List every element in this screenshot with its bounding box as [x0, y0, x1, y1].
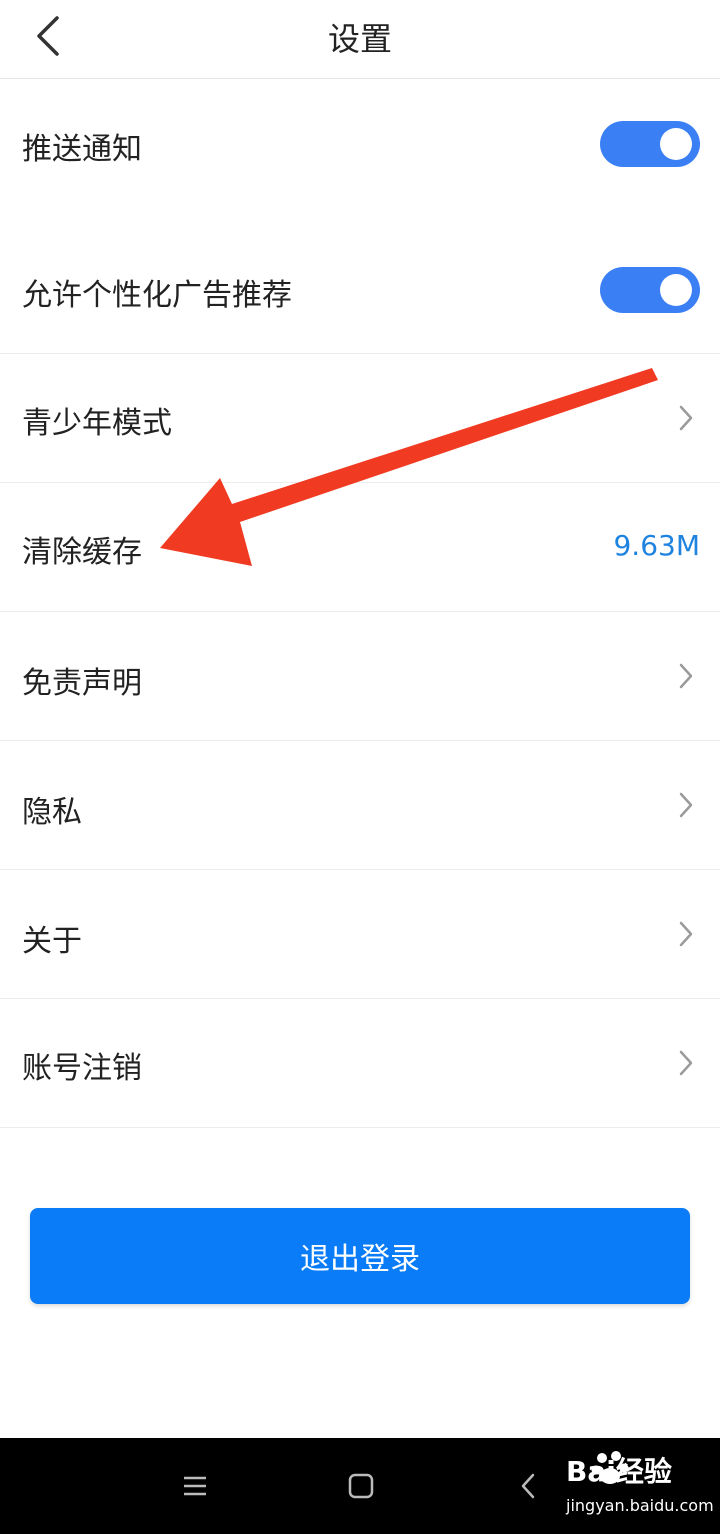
- setting-label: 清除缓存: [22, 535, 142, 570]
- setting-about[interactable]: 关于: [0, 870, 720, 998]
- system-nav-bar: Bai经验 jingyan.baidu.com: [0, 1438, 720, 1534]
- setting-label: 账号注销: [22, 1051, 142, 1086]
- header-bar: 设置: [0, 0, 720, 79]
- setting-account-deletion[interactable]: 账号注销: [0, 999, 720, 1127]
- watermark-brand: Bai经验: [566, 1455, 672, 1488]
- push-notification-toggle[interactable]: [600, 121, 700, 167]
- setting-label: 隐私: [22, 795, 82, 830]
- setting-privacy[interactable]: 隐私: [0, 741, 720, 869]
- watermark-url: jingyan.baidu.com: [566, 1496, 714, 1515]
- divider: [0, 1127, 720, 1128]
- setting-label: 关于: [22, 924, 82, 959]
- home-button[interactable]: [343, 1468, 379, 1504]
- setting-clear-cache[interactable]: 清除缓存 9.63M: [0, 483, 720, 611]
- setting-label: 允许个性化广告推荐: [22, 278, 292, 313]
- page-title: 设置: [327, 20, 392, 58]
- toggle-knob: [660, 128, 692, 160]
- menu-button[interactable]: [177, 1468, 213, 1504]
- cache-size-value: 9.63M: [613, 529, 700, 562]
- logout-button[interactable]: 退出登录: [30, 1208, 690, 1304]
- setting-label: 推送通知: [22, 132, 142, 167]
- chevron-right-icon: [679, 1050, 693, 1076]
- setting-label: 青少年模式: [22, 406, 172, 441]
- setting-teen-mode[interactable]: 青少年模式: [0, 354, 720, 482]
- menu-icon: [184, 1476, 206, 1496]
- setting-label: 免责声明: [22, 666, 142, 701]
- back-icon: [521, 1473, 535, 1499]
- setting-disclaimer[interactable]: 免责声明: [0, 612, 720, 740]
- chevron-right-icon: [679, 663, 693, 689]
- setting-push-notification: 推送通知: [0, 80, 720, 210]
- chevron-right-icon: [679, 792, 693, 818]
- toggle-knob: [660, 274, 692, 306]
- home-icon: [348, 1473, 374, 1499]
- setting-personalized-ads: 允许个性化广告推荐: [0, 226, 720, 352]
- chevron-right-icon: [679, 405, 693, 431]
- personalized-ads-toggle[interactable]: [600, 267, 700, 313]
- chevron-right-icon: [679, 921, 693, 947]
- baidu-jingyan-watermark: Bai经验 jingyan.baidu.com: [536, 1448, 714, 1528]
